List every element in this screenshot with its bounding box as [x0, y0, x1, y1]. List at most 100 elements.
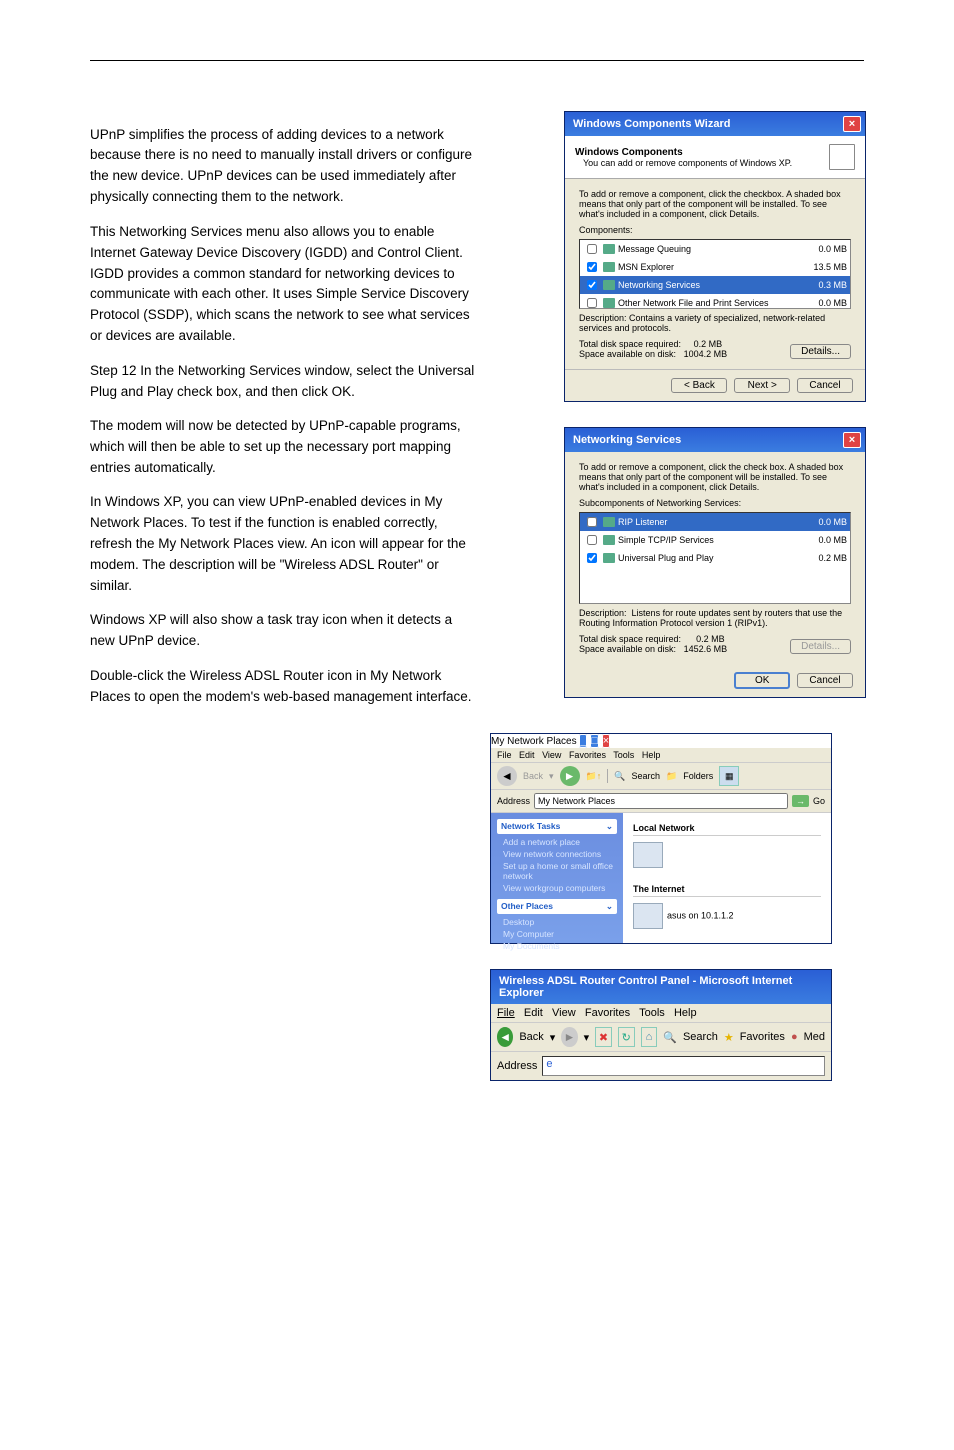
description-label: Description:: [579, 313, 627, 323]
close-icon[interactable]: ×: [843, 116, 861, 132]
list-item: MSN Explorer13.5 MB: [580, 258, 850, 276]
favorites-icon[interactable]: ★: [724, 1031, 734, 1044]
subcomponents-list[interactable]: RIP Listener0.0 MB Simple TCP/IP Service…: [579, 512, 851, 604]
menu-help[interactable]: Help: [642, 750, 661, 760]
minimize-icon[interactable]: _: [579, 734, 587, 748]
back-icon[interactable]: ◄: [497, 766, 517, 786]
menu-file[interactable]: File: [497, 750, 512, 760]
menubar[interactable]: File Edit View Favorites Tools Help: [491, 1004, 831, 1023]
checkbox[interactable]: [587, 535, 597, 545]
dialog-titlebar: Windows Components Wizard ×: [565, 112, 865, 136]
window-title: My Network Places: [491, 736, 577, 747]
checkbox[interactable]: [587, 517, 597, 527]
toolbar: ◄ Back ▾ ► ▾ ✖ ↻ ⌂ 🔍Search ★Favorites ●M…: [491, 1023, 831, 1052]
search-icon[interactable]: 🔍: [663, 1031, 677, 1044]
media-icon[interactable]: ●: [791, 1031, 798, 1043]
back-button[interactable]: < Back: [671, 378, 727, 393]
sidebar-link[interactable]: Desktop: [503, 917, 617, 927]
address-input[interactable]: [534, 793, 788, 809]
sidebar-link[interactable]: View workgroup computers: [503, 883, 617, 893]
dialog-title: Windows Components Wizard: [573, 118, 730, 130]
checkbox[interactable]: [587, 280, 597, 290]
menu-tools[interactable]: Tools: [613, 750, 634, 760]
group-header: Local Network: [633, 823, 821, 836]
menu-view[interactable]: View: [542, 750, 561, 760]
address-bar: Address → Go: [491, 790, 831, 813]
menu-favorites[interactable]: Favorites: [569, 750, 606, 760]
sidebar-link[interactable]: My Computer: [503, 929, 617, 939]
paragraph: Windows XP will also show a task tray ic…: [90, 610, 480, 652]
close-icon[interactable]: ×: [843, 432, 861, 448]
device-icon[interactable]: [633, 842, 663, 868]
details-button[interactable]: Details...: [790, 344, 851, 359]
step-text: In the Networking Services window, selec…: [90, 363, 474, 399]
networking-services-dialog: Networking Services × To add or remove a…: [564, 427, 866, 698]
paragraph: UPnP simplifies the process of adding de…: [90, 125, 480, 209]
ok-button[interactable]: OK: [734, 672, 790, 689]
up-icon[interactable]: 📁↑: [586, 771, 602, 782]
home-icon[interactable]: ⌂: [641, 1027, 658, 1047]
stop-icon[interactable]: ✖: [595, 1027, 612, 1047]
menu-file[interactable]: File: [497, 1007, 515, 1019]
cancel-button[interactable]: Cancel: [797, 673, 853, 688]
sidebar-link[interactable]: Set up a home or small office network: [503, 861, 617, 881]
go-button[interactable]: →: [792, 795, 809, 807]
device-icon[interactable]: [633, 903, 663, 929]
window-titlebar: Wireless ADSL Router Control Panel - Mic…: [491, 970, 831, 1004]
menu-edit[interactable]: Edit: [519, 750, 535, 760]
components-list[interactable]: Message Queuing0.0 MB MSN Explorer13.5 M…: [579, 239, 851, 309]
my-network-places-window: My Network Places _ □ × File Edit View F…: [490, 733, 832, 944]
header-subtitle: You can add or remove components of Wind…: [583, 158, 792, 168]
checkbox[interactable]: [587, 262, 597, 272]
checkbox[interactable]: [587, 553, 597, 563]
list-item: Other Network File and Print Services0.0…: [580, 294, 850, 309]
menu-edit[interactable]: Edit: [524, 1007, 543, 1019]
description-label: Description:: [579, 608, 627, 618]
component-icon: [603, 517, 615, 527]
dialog-header: Windows Components You can add or remove…: [565, 136, 865, 179]
instruction-text: To add or remove a component, click the …: [579, 189, 851, 219]
paragraph: Step 12 In the Networking Services windo…: [90, 361, 480, 403]
component-icon: [603, 553, 615, 563]
cancel-button[interactable]: Cancel: [797, 378, 853, 393]
back-icon[interactable]: ◄: [497, 1027, 513, 1047]
folders-icon[interactable]: 📁: [666, 771, 677, 782]
group-header: The Internet: [633, 884, 821, 897]
list-item: Message Queuing0.0 MB: [580, 240, 850, 258]
checkbox[interactable]: [587, 244, 597, 254]
toolbar: ◄ Back ▾ ► 📁↑ 🔍Search 📁Folders ▦: [491, 763, 831, 790]
search-icon[interactable]: 🔍: [614, 771, 625, 782]
sidebar-link[interactable]: My Documents: [503, 941, 617, 951]
maximize-icon[interactable]: □: [590, 734, 599, 748]
refresh-icon[interactable]: ↻: [618, 1027, 635, 1047]
component-icon: [603, 262, 615, 272]
address-bar: Address e: [491, 1052, 831, 1080]
sidebar-link[interactable]: Add a network place: [503, 837, 617, 847]
list-item: Simple TCP/IP Services0.0 MB: [580, 531, 850, 549]
next-button[interactable]: Next >: [734, 378, 790, 393]
paragraph: This Networking Services menu also allow…: [90, 222, 480, 348]
network-tasks-header[interactable]: Network Tasks⌄: [497, 819, 617, 834]
component-icon: [603, 244, 615, 254]
list-item: Universal Plug and Play0.2 MB: [580, 549, 850, 567]
forward-icon[interactable]: ►: [560, 766, 580, 786]
list-item: Networking Services0.3 MB: [580, 276, 850, 294]
menu-favorites[interactable]: Favorites: [585, 1007, 630, 1019]
other-places-header[interactable]: Other Places⌄: [497, 899, 617, 914]
close-icon[interactable]: ×: [602, 734, 610, 748]
sidebar-link[interactable]: View network connections: [503, 849, 617, 859]
window-titlebar: My Network Places _ □ ×: [491, 734, 831, 748]
paragraph: In Windows XP, you can view UPnP-enabled…: [90, 492, 480, 597]
dialog-titlebar: Networking Services ×: [565, 428, 865, 452]
menubar[interactable]: File Edit View Favorites Tools Help: [491, 748, 831, 763]
menu-help[interactable]: Help: [674, 1007, 697, 1019]
header-title: Windows Components: [575, 147, 792, 158]
address-input[interactable]: e: [542, 1056, 825, 1076]
menu-view[interactable]: View: [552, 1007, 576, 1019]
dialog-title: Networking Services: [573, 434, 681, 446]
paragraph: The modem will now be detected by UPnP-c…: [90, 416, 480, 479]
checkbox[interactable]: [587, 298, 597, 308]
views-icon[interactable]: ▦: [719, 766, 739, 786]
menu-tools[interactable]: Tools: [639, 1007, 665, 1019]
item-label[interactable]: asus on 10.1.1.2: [667, 910, 734, 920]
